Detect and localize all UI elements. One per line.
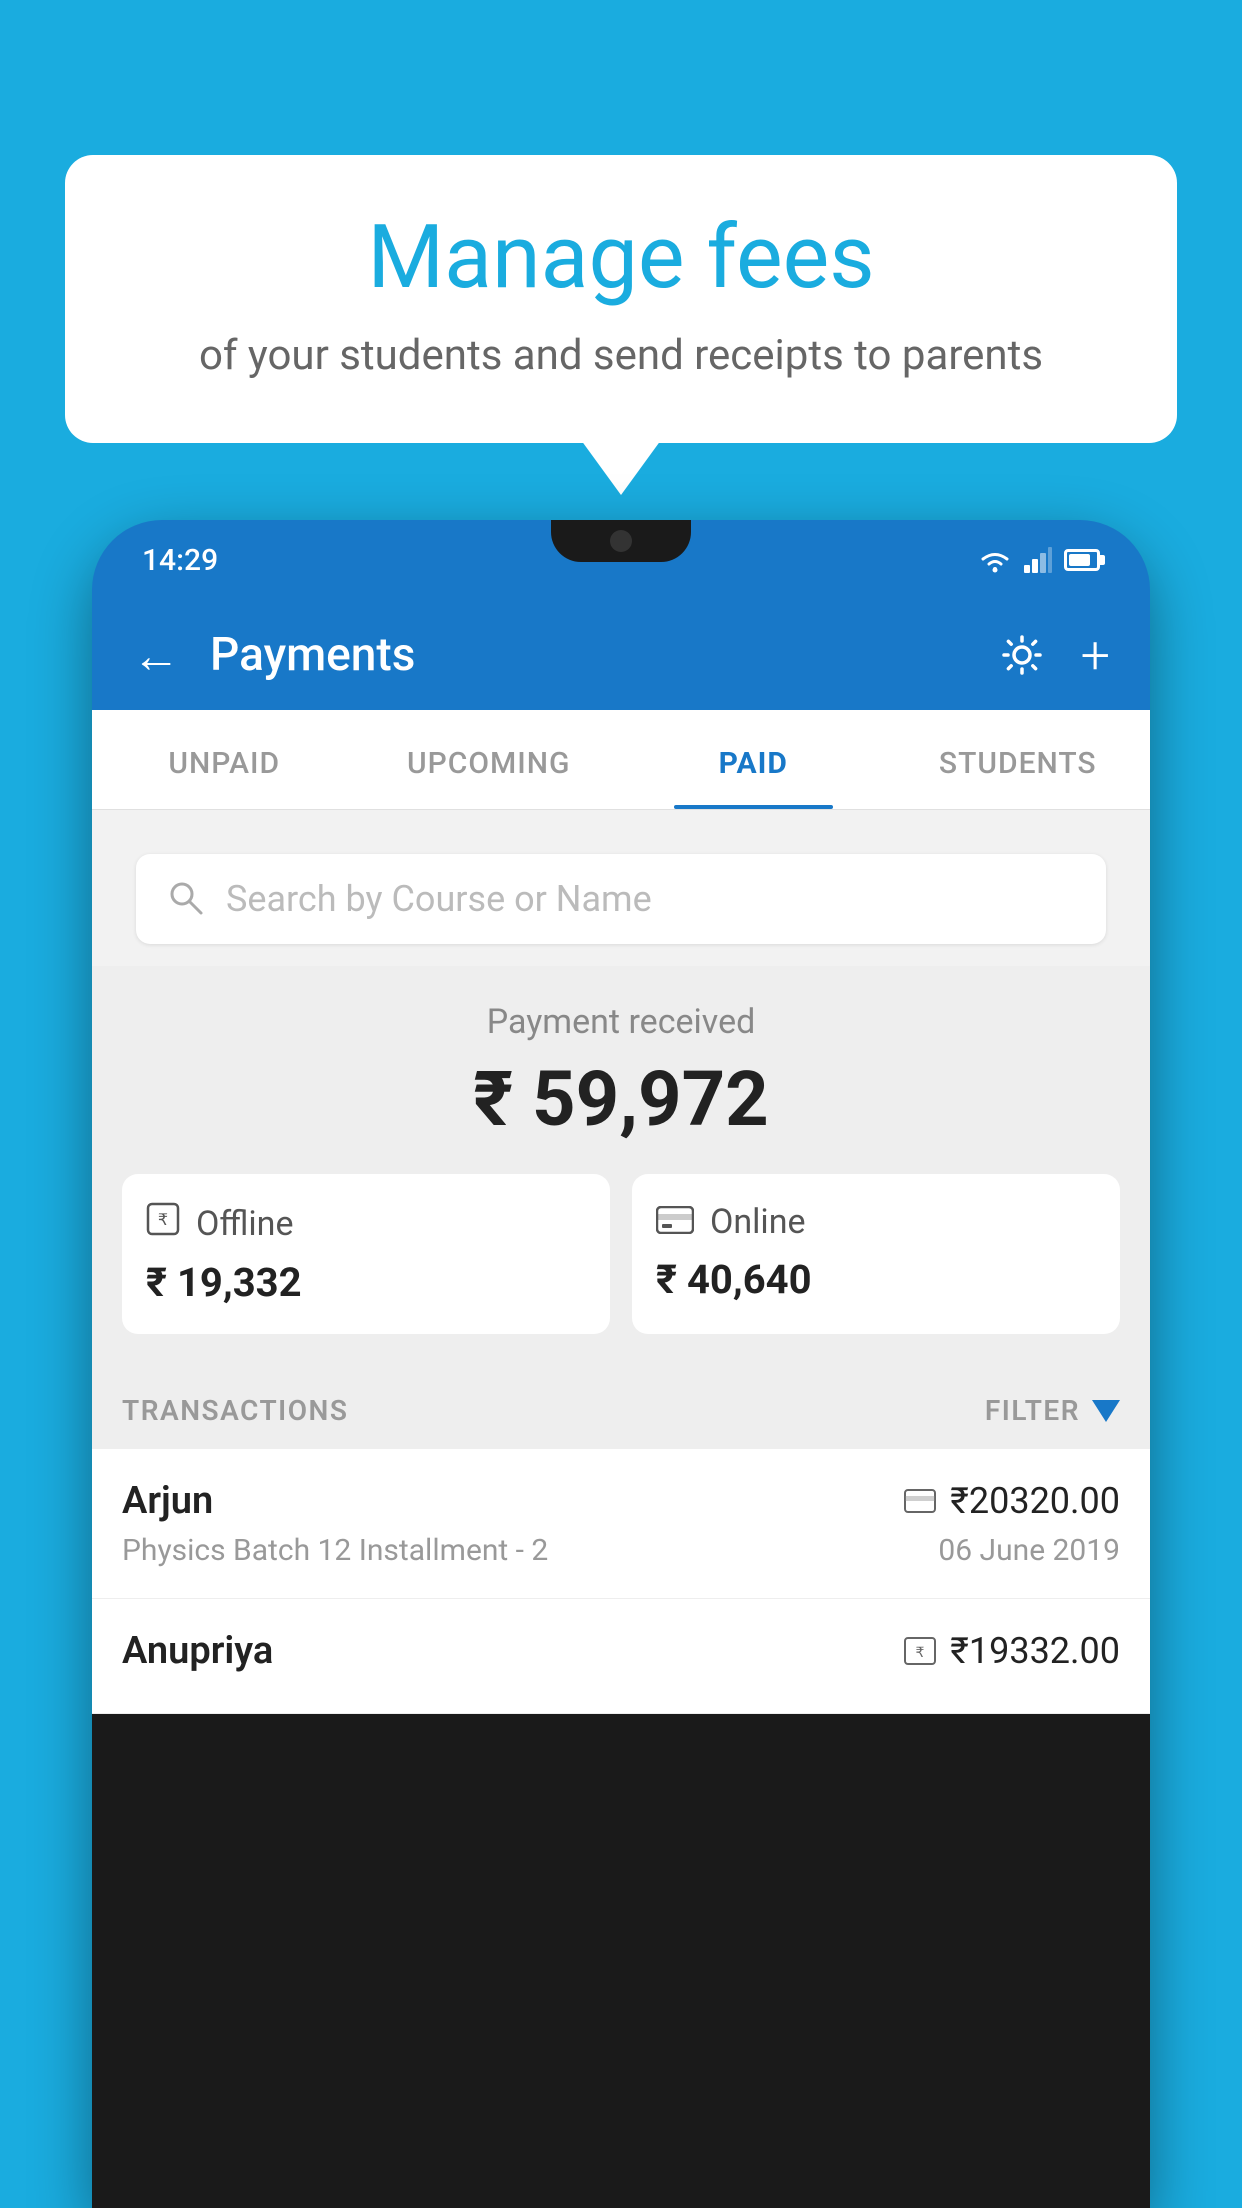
signal-icon — [1024, 547, 1052, 573]
offline-card: ₹ Offline ₹ 19,332 — [122, 1174, 610, 1334]
notch-camera — [610, 530, 632, 552]
settings-icon[interactable] — [999, 632, 1045, 678]
transactions-label: TRANSACTIONS — [122, 1394, 348, 1427]
offline-amount: ₹ 19,332 — [146, 1259, 586, 1306]
payment-summary: Payment received ₹ 59,972 ₹ Offline — [92, 966, 1150, 1364]
add-button[interactable]: + — [1081, 625, 1110, 686]
tab-upcoming[interactable]: UPCOMING — [357, 710, 622, 809]
bubble-title: Manage fees — [125, 210, 1117, 307]
offline-label: Offline — [196, 1204, 293, 1244]
svg-text:₹: ₹ — [158, 1212, 168, 1229]
status-time: 14:29 — [142, 543, 218, 578]
wifi-icon — [978, 547, 1012, 573]
transactions-header: TRANSACTIONS FILTER — [92, 1364, 1150, 1449]
filter-triangle-icon — [1092, 1400, 1120, 1422]
notch — [551, 520, 691, 562]
transaction-name: Anupriya — [122, 1629, 273, 1673]
tab-unpaid[interactable]: UNPAID — [92, 710, 357, 809]
status-bar: 14:29 — [92, 520, 1150, 600]
transaction-amount-wrap: ₹ ₹19332.00 — [904, 1630, 1120, 1672]
transaction-name: Arjun — [122, 1479, 213, 1523]
transaction-amount-wrap: ₹20320.00 — [904, 1480, 1120, 1522]
search-bar[interactable]: Search by Course or Name — [136, 854, 1106, 944]
battery-icon — [1064, 549, 1100, 571]
search-placeholder: Search by Course or Name — [226, 878, 652, 920]
online-amount: ₹ 40,640 — [656, 1256, 1096, 1303]
speech-bubble-container: Manage fees of your students and send re… — [65, 155, 1177, 443]
tab-students[interactable]: STUDENTS — [886, 710, 1151, 809]
app-header: ← Payments + — [92, 600, 1150, 710]
offline-icon: ₹ — [146, 1202, 180, 1245]
header-icons: + — [999, 625, 1110, 686]
header-title: Payments — [210, 628, 969, 682]
payment-label: Payment received — [122, 1002, 1120, 1042]
tab-paid[interactable]: PAID — [621, 710, 886, 809]
bubble-subtitle: of your students and send receipts to pa… — [125, 329, 1117, 384]
transaction-amount: ₹19332.00 — [950, 1630, 1120, 1672]
rupee-payment-icon: ₹ — [904, 1637, 936, 1665]
transaction-detail: Physics Batch 12 Installment - 2 — [122, 1533, 548, 1568]
payment-cards: ₹ Offline ₹ 19,332 — [122, 1174, 1120, 1334]
transaction-row[interactable]: Anupriya ₹ ₹19332.00 — [92, 1599, 1150, 1714]
svg-text:₹: ₹ — [916, 1644, 925, 1660]
transaction-date: 06 June 2019 — [938, 1533, 1120, 1568]
tabs-bar: UNPAID UPCOMING PAID STUDENTS — [92, 710, 1150, 810]
back-button[interactable]: ← — [132, 627, 180, 684]
status-icons — [978, 547, 1100, 573]
transaction-row[interactable]: Arjun ₹20320.00 Physics Batch 12 Install… — [92, 1449, 1150, 1599]
online-icon — [656, 1206, 694, 1238]
phone-frame: 14:29 ← Pay — [92, 520, 1150, 2208]
online-card: Online ₹ 40,640 — [632, 1174, 1120, 1334]
card-payment-icon — [904, 1489, 936, 1513]
online-label: Online — [710, 1202, 806, 1242]
payment-amount: ₹ 59,972 — [122, 1054, 1120, 1144]
phone-screen: UNPAID UPCOMING PAID STUDENTS — [92, 710, 1150, 1714]
speech-bubble: Manage fees of your students and send re… — [65, 155, 1177, 443]
filter-button[interactable]: FILTER — [985, 1394, 1120, 1427]
search-icon — [166, 878, 204, 920]
transaction-amount: ₹20320.00 — [950, 1480, 1120, 1522]
